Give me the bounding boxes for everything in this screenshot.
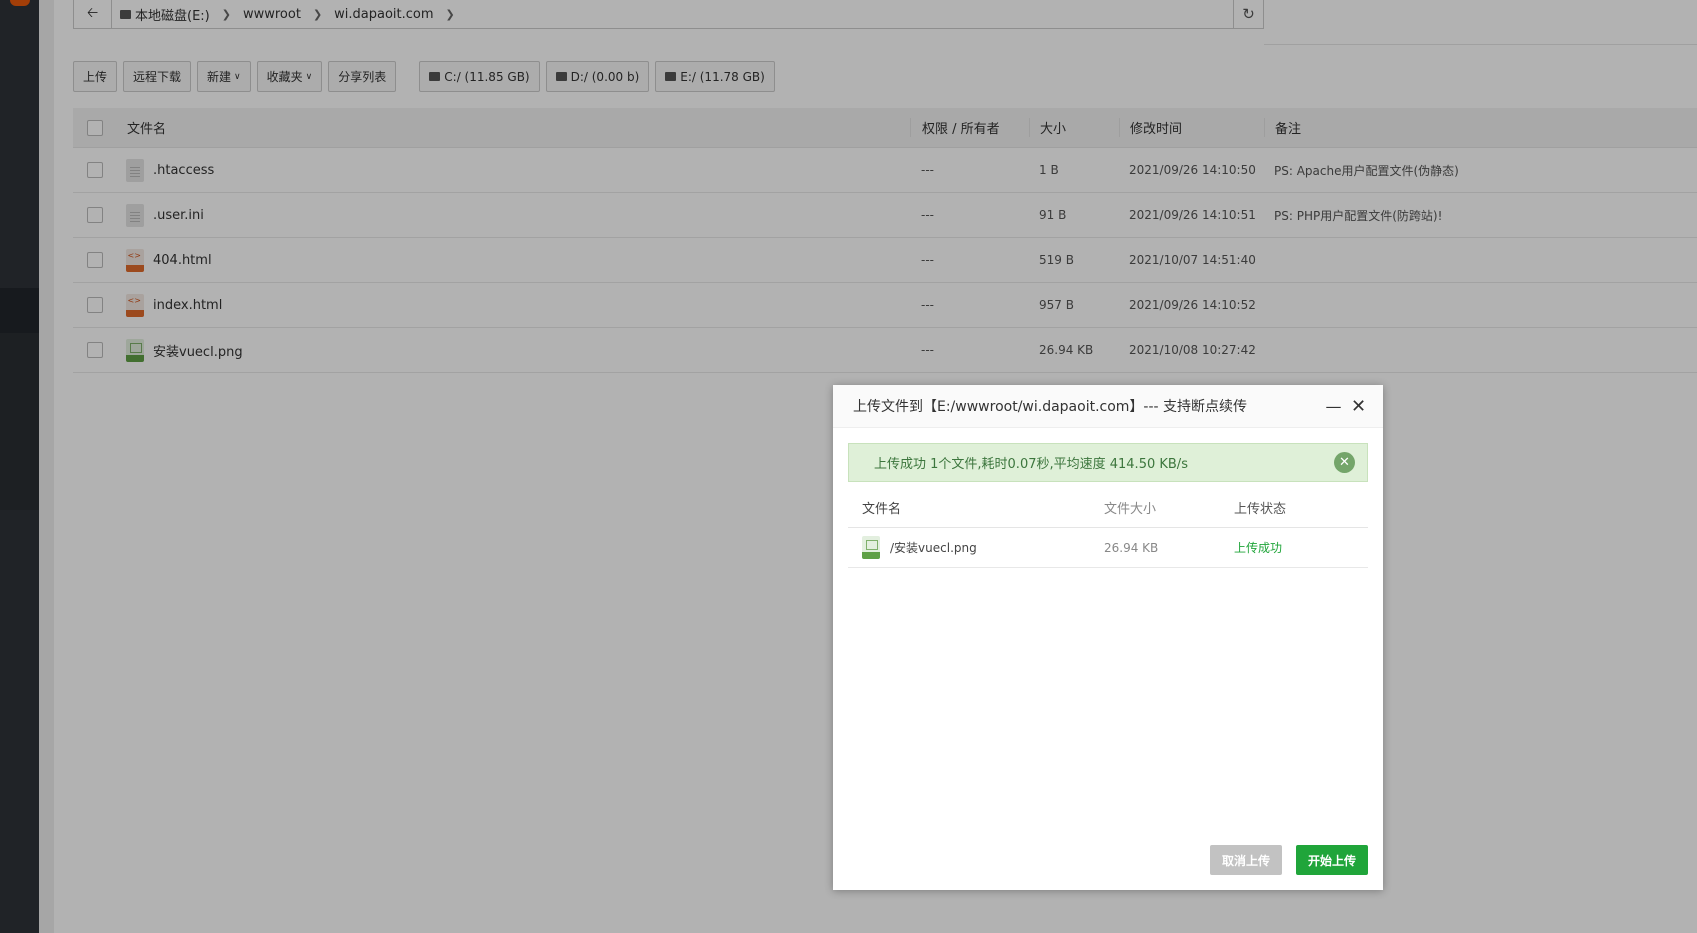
cancel-upload-button[interactable]: 取消上传 — [1209, 845, 1282, 875]
upload-row: /安装vuecl.png 26.94 KB 上传成功 — [848, 528, 1368, 568]
dismiss-icon[interactable]: ✕ — [1334, 452, 1355, 473]
success-message: 上传成功 1个文件,耗时0.07秒,平均速度 414.50 KB/s ✕ — [848, 443, 1368, 482]
start-upload-button[interactable]: 开始上传 — [1295, 845, 1368, 875]
minimize-icon[interactable]: — — [1321, 397, 1346, 416]
dialog-header: 上传文件到【E:/wwwroot/wi.dapaoit.com】--- 支持断点… — [833, 385, 1383, 428]
close-icon[interactable]: ✕ — [1346, 396, 1371, 417]
upload-table-header: 文件名 文件大小 上传状态 — [848, 488, 1368, 528]
png-file-icon — [862, 536, 880, 559]
upload-dialog: 上传文件到【E:/wwwroot/wi.dapaoit.com】--- 支持断点… — [833, 385, 1383, 890]
upload-file-size: 26.94 KB — [1104, 540, 1159, 555]
dialog-title: 上传文件到【E:/wwwroot/wi.dapaoit.com】--- 支持断点… — [853, 399, 1248, 415]
upload-file-name: /安装vuecl.png — [890, 541, 977, 555]
dialog-buttons: 取消上传 开始上传 — [1209, 845, 1368, 875]
upload-table: 文件名 文件大小 上传状态 /安装vuecl.png 26.94 KB 上传成功 — [848, 488, 1368, 568]
upload-status: 上传成功 — [1234, 541, 1283, 555]
